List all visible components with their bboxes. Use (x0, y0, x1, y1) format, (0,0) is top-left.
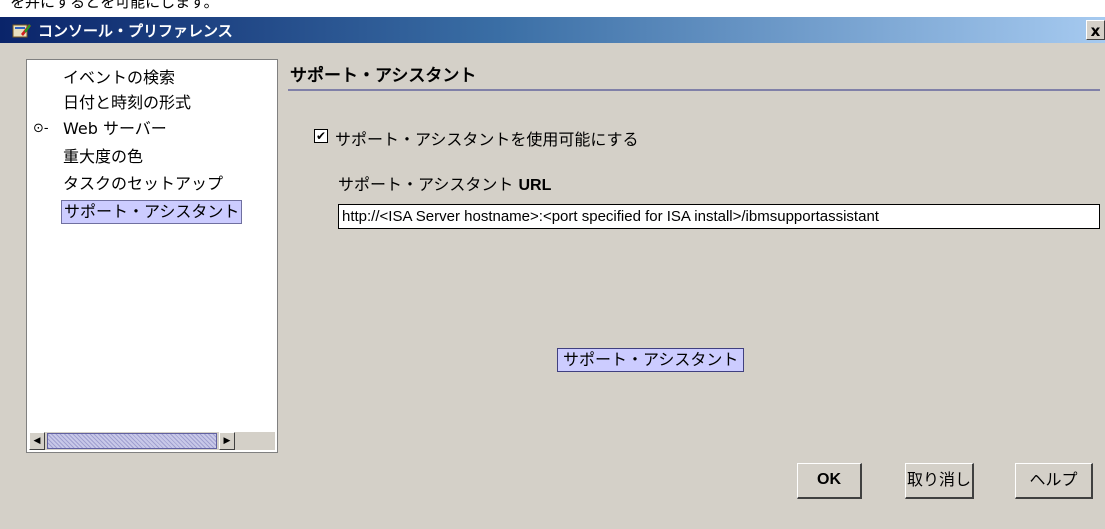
arrow-right-icon: ▶ (223, 436, 231, 446)
tree-item-label: タスクのセットアップ (63, 174, 224, 193)
enable-support-assistant-checkbox[interactable]: ✔ (314, 129, 328, 143)
tree-item-task-setup[interactable]: タスクのセットアップ (63, 172, 223, 196)
url-field-label: サポート・アシスタント URL (338, 171, 551, 195)
panel-title: サポート・アシスタント (290, 66, 477, 86)
url-label-suffix: URL (518, 177, 552, 194)
url-label-text: サポート・アシスタント (338, 175, 519, 194)
scroll-right-button[interactable]: ▶ (219, 432, 235, 450)
ok-button[interactable]: OK (797, 463, 862, 499)
scrollbar-thumb[interactable] (47, 433, 217, 449)
tree-item-label: Web サーバー (63, 119, 167, 138)
tree-item-label: イベントの検索 (63, 68, 176, 87)
close-icon: x (1090, 22, 1101, 40)
scroll-left-button[interactable]: ◀ (29, 432, 45, 450)
background-text-strip: を弁にするとを可能にします。 (0, 0, 1105, 17)
cancel-button[interactable]: 取り消し (905, 463, 974, 499)
app-icon (12, 24, 31, 38)
tree-item-label: 日付と時刻の形式 (63, 93, 192, 112)
tree-item-date-format[interactable]: 日付と時刻の形式 (63, 91, 191, 115)
tree-item-event-search[interactable]: イベントの検索 (63, 66, 175, 90)
title-divider (288, 89, 1100, 91)
preferences-tree: イベントの検索 日付と時刻の形式 ⊙- Web サーバー 重大度の色 タスクのセ… (26, 59, 278, 453)
window-titlebar[interactable]: コンソール・プリファレンス x (0, 17, 1105, 43)
enable-checkbox-label[interactable]: サポート・アシスタントを使用可能にする (335, 126, 639, 150)
tree-item-label: 重大度の色 (63, 147, 144, 166)
help-button[interactable]: ヘルプ (1015, 463, 1093, 499)
tree-item-web-server[interactable]: ⊙- Web サーバー (33, 117, 167, 141)
close-button[interactable]: x (1086, 20, 1105, 40)
window-title: コンソール・プリファレンス (38, 22, 233, 40)
background-text: を弁にするとを可能にします。 (10, 0, 219, 11)
support-assistant-url-input[interactable]: http://<ISA Server hostname>:<port speci… (338, 204, 1100, 229)
checkmark-icon: ✔ (315, 129, 327, 143)
tree-item-label: サポート・アシスタント (64, 202, 240, 221)
tree-item-support-assistant[interactable]: サポート・アシスタント (61, 200, 243, 224)
launch-support-assistant-button[interactable]: サポート・アシスタント (557, 348, 745, 372)
arrow-left-icon: ◀ (33, 436, 41, 446)
expand-node-icon[interactable]: ⊙- (33, 117, 49, 141)
tree-item-severity-color[interactable]: 重大度の色 (63, 145, 143, 169)
preferences-dialog: イベントの検索 日付と時刻の形式 ⊙- Web サーバー 重大度の色 タスクのセ… (0, 43, 1105, 529)
tree-horizontal-scrollbar[interactable]: ◀ ▶ (29, 432, 275, 450)
